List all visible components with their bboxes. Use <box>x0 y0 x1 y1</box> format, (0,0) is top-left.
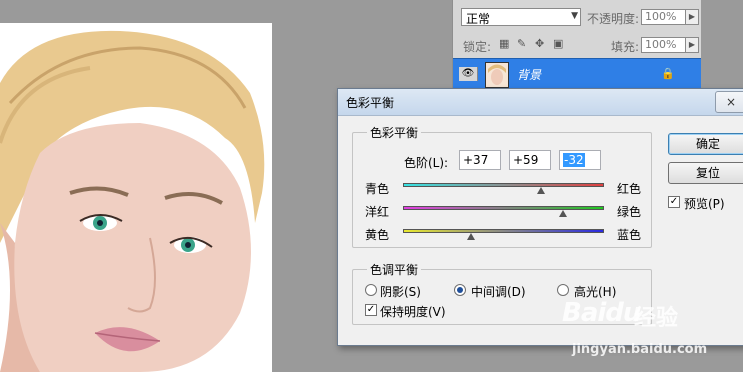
slider-right-label-3: 蓝色 <box>617 228 642 242</box>
lock-icon: 🔒 <box>661 67 675 80</box>
lock-label: 锁定: <box>463 40 492 54</box>
tone-balance-group-title: 色调平衡 <box>367 261 422 278</box>
dialog-title: 色彩平衡 <box>346 96 395 110</box>
blend-mode-value: 正常 <box>466 12 491 26</box>
cyan-red-slider-thumb[interactable] <box>536 187 545 194</box>
lock-all-icon[interactable]: ▣ <box>553 38 564 49</box>
fill-label: 填充: <box>611 40 640 54</box>
document-image[interactable] <box>0 23 272 372</box>
layers-panel: 正常 ▼ 不透明度: 100% ▶ 锁定: ▦ ✎ ✥ ▣ 填充: 100% ▶… <box>452 0 701 90</box>
magenta-green-slider-track[interactable] <box>403 206 604 210</box>
level-value-2: +59 <box>513 153 539 167</box>
close-icon[interactable]: × <box>715 91 743 113</box>
levels-label: 色阶(L): <box>404 156 449 170</box>
lock-move-icon[interactable]: ✥ <box>535 38 546 49</box>
reset-button[interactable]: 复位 <box>668 162 743 184</box>
dialog-titlebar[interactable]: 色彩平衡 × <box>338 89 743 116</box>
slider-left-label-2: 洋红 <box>365 205 390 219</box>
watermark-sub: 经验 <box>634 306 679 331</box>
radio-shadows-label[interactable]: 阴影(S) <box>380 283 421 300</box>
level-input-magenta-green[interactable]: +59 <box>509 150 551 170</box>
watermark-logo: Baidu <box>562 298 641 328</box>
slider-right-label-1: 红色 <box>617 182 642 196</box>
magenta-green-slider-thumb[interactable] <box>558 210 567 217</box>
fill-arrow-icon[interactable]: ▶ <box>685 37 699 53</box>
preview-checkbox[interactable]: ✓ <box>668 196 680 208</box>
level-value-1: +37 <box>463 153 489 167</box>
yellow-blue-slider-track[interactable] <box>403 229 604 233</box>
watermark-url: jingyan.baidu.com <box>572 342 708 357</box>
ok-button[interactable]: 确定 <box>668 133 743 155</box>
cyan-red-slider-track[interactable] <box>403 183 604 187</box>
opacity-label: 不透明度: <box>587 12 640 26</box>
level-input-yellow-blue[interactable]: -32 <box>559 150 601 170</box>
radio-shadows[interactable] <box>365 284 377 296</box>
preserve-luminosity-label[interactable]: 保持明度(V) <box>380 303 446 320</box>
preview-label[interactable]: 预览(P) <box>684 195 725 212</box>
yellow-blue-slider-thumb[interactable] <box>467 233 476 240</box>
eye-icon[interactable]: 👁 <box>459 67 478 81</box>
opacity-arrow-icon[interactable]: ▶ <box>685 9 699 25</box>
baidu-watermark: Baidu 经验 jingyan.baidu.com <box>556 292 743 372</box>
slider-right-label-2: 绿色 <box>617 205 642 219</box>
slider-left-label-1: 青色 <box>365 182 390 196</box>
radio-midtones[interactable] <box>454 284 466 296</box>
chevron-down-icon: ▼ <box>571 11 578 21</box>
blend-mode-select[interactable]: 正常 ▼ <box>461 8 581 26</box>
layer-row-background[interactable]: 👁 背景 🔒 <box>453 58 701 89</box>
radio-midtones-label[interactable]: 中间调(D) <box>471 283 526 300</box>
lock-transparent-icon[interactable]: ▦ <box>499 38 510 49</box>
layer-name: 背景 <box>517 68 542 82</box>
preserve-luminosity-checkbox[interactable]: ✓ <box>365 304 377 316</box>
layer-thumbnail <box>485 62 509 88</box>
level-input-cyan-red[interactable]: +37 <box>459 150 501 170</box>
level-value-3: -32 <box>563 153 585 167</box>
color-balance-group-title: 色彩平衡 <box>367 124 422 141</box>
lock-paint-icon[interactable]: ✎ <box>517 38 528 49</box>
slider-left-label-3: 黄色 <box>365 228 390 242</box>
portrait-photo <box>0 23 272 372</box>
